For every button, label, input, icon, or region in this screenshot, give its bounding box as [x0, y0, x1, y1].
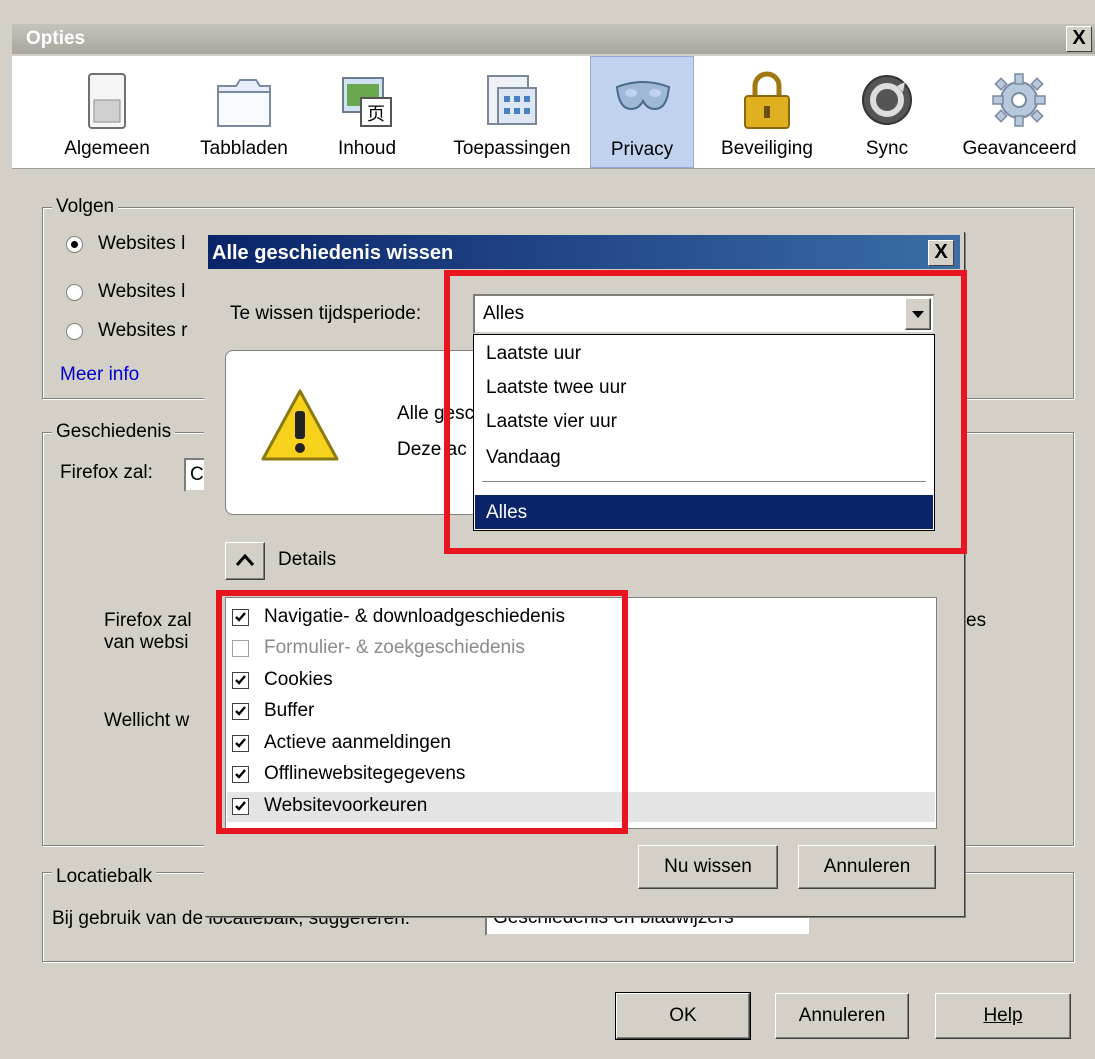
lock-icon	[744, 71, 790, 129]
locationbar-group-label: Locatiebalk	[52, 866, 157, 888]
history-desc-line1: Firefox zal	[104, 610, 192, 631]
tab-label: Privacy	[610, 139, 674, 160]
tracking-radio-3[interactable]	[66, 323, 83, 340]
tab-toepassingen[interactable]: Toepassingen	[437, 56, 587, 168]
tab-label: Tabbladen	[200, 138, 288, 159]
chevron-up-icon	[235, 553, 255, 566]
tracking-radio-2[interactable]	[66, 284, 83, 301]
category-toolbar: Algemeen Tabbladen 页 Inhoud Toepassingen…	[12, 56, 1095, 169]
tab-beveiliging[interactable]: Beveiliging	[707, 56, 827, 168]
tracking-group-label: Volgen	[52, 196, 119, 218]
tab-privacy[interactable]: Privacy	[590, 56, 694, 168]
history-maybe-text: Wellicht w	[104, 710, 190, 731]
tracking-option-3: Websites r	[98, 320, 188, 341]
dialog-close-button[interactable]: X	[928, 240, 954, 266]
tab-label: Beveiliging	[721, 138, 813, 159]
tab-sync[interactable]: Sync	[847, 56, 927, 168]
tabs-icon	[217, 79, 271, 127]
help-button[interactable]: Help	[935, 993, 1071, 1039]
tab-label: Algemeen	[64, 138, 150, 159]
tracking-option-2: Websites l	[98, 281, 186, 302]
details-label: Details	[278, 549, 337, 570]
details-toggle-button[interactable]	[225, 542, 265, 580]
svg-text:页: 页	[367, 104, 385, 125]
tab-geavanceerd[interactable]: Geavanceerd	[947, 56, 1092, 168]
options-titlebar: Opties X	[12, 24, 1095, 54]
tab-tabbladen[interactable]: Tabbladen	[184, 56, 304, 168]
warning-icon	[261, 389, 339, 461]
mask-icon	[615, 81, 671, 111]
tracking-radio-1[interactable]	[66, 236, 83, 253]
switch-icon	[88, 73, 126, 129]
applications-icon	[487, 75, 537, 125]
tab-inhoud[interactable]: 页 Inhoud	[317, 56, 417, 168]
history-desc-tail: es	[966, 610, 987, 631]
highlight-box-period	[444, 270, 967, 554]
dialog-titlebar: Alle geschiedenis wissen X	[208, 235, 960, 269]
gear-icon	[992, 73, 1046, 127]
options-window: Opties X Algemeen Tabbladen 页 Inhoud Toe…	[0, 0, 1095, 1059]
clear-now-button[interactable]: Nu wissen	[638, 845, 778, 889]
history-desc-line2: van websi	[104, 632, 189, 653]
more-info-link[interactable]: Meer info	[60, 364, 139, 386]
content-icon: 页	[342, 77, 392, 127]
ok-button[interactable]: OK	[615, 992, 751, 1040]
dialog-cancel-button[interactable]: Annuleren	[798, 845, 936, 889]
cancel-button[interactable]: Annuleren	[775, 993, 909, 1039]
history-mode-value: C	[190, 464, 204, 485]
dialog-title: Alle geschiedenis wissen	[212, 242, 454, 264]
firefox-will-label: Firefox zal:	[60, 462, 153, 483]
history-group-label: Geschiedenis	[52, 421, 176, 443]
tab-label: Sync	[865, 138, 909, 159]
period-label: Te wissen tijdsperiode:	[230, 303, 422, 324]
highlight-box-items	[216, 590, 628, 834]
tab-label: Geavanceerd	[962, 138, 1077, 159]
tracking-option-1: Websites l	[98, 233, 186, 254]
close-window-button[interactable]: X	[1066, 26, 1092, 52]
window-title: Opties	[26, 28, 86, 49]
tab-label: Inhoud	[337, 138, 397, 159]
sync-icon	[862, 75, 912, 125]
tab-label: Toepassingen	[453, 138, 571, 159]
tab-algemeen[interactable]: Algemeen	[52, 56, 162, 168]
